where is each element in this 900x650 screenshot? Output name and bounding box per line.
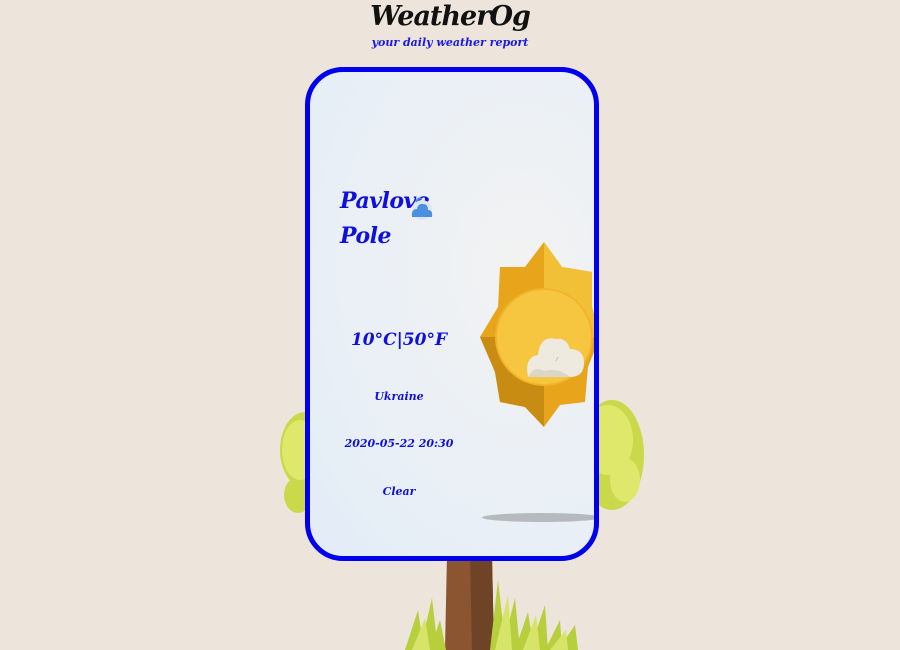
weather-description: Clear bbox=[382, 485, 416, 498]
cloud-icon bbox=[411, 197, 433, 220]
date-time: 2020-05-22 20:30 bbox=[344, 437, 454, 450]
weather-card: Pavlove Pole 10°C|50°F Ukraine 2020-05-2… bbox=[305, 67, 599, 561]
temperature: 10°C|50°F bbox=[350, 330, 448, 350]
app-header: WeatherOg your daily weather report bbox=[0, 0, 900, 50]
app-subtitle: your daily weather report bbox=[371, 36, 529, 49]
sun-cloud-icon bbox=[480, 242, 594, 427]
icon-shadow bbox=[482, 513, 594, 522]
app-title: WeatherOg bbox=[370, 1, 531, 32]
country: Ukraine bbox=[374, 390, 424, 403]
